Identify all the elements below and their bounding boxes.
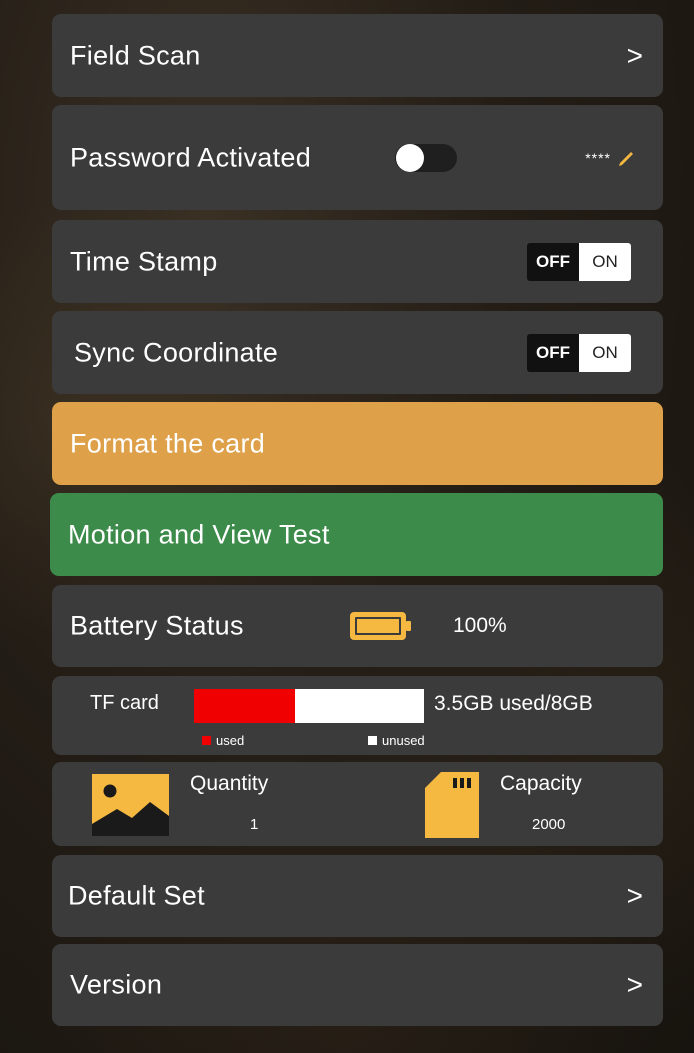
battery-icon — [350, 612, 411, 640]
tf-card-row: TF card 3.5GB used/8GB used unused — [52, 676, 663, 755]
field-scan-label: Field Scan — [70, 40, 201, 70]
password-row: Password Activated **** — [52, 105, 663, 210]
sync-coordinate-label: Sync Coordinate — [74, 337, 279, 367]
off-option[interactable]: OFF — [527, 242, 579, 281]
quantity-value: 1 — [250, 816, 259, 833]
on-option[interactable]: ON — [579, 333, 631, 372]
storage-bar — [194, 689, 424, 723]
unused-swatch — [368, 736, 377, 745]
stats-row: Quantity 1 Capacity 2000 — [52, 762, 663, 846]
password-toggle[interactable] — [395, 143, 457, 172]
legend-used-label: used — [216, 733, 245, 748]
chevron-right-icon: > — [626, 39, 643, 71]
password-label: Password Activated — [70, 142, 312, 172]
default-set-row[interactable]: Default Set > — [52, 855, 663, 937]
used-swatch — [202, 736, 211, 745]
on-option[interactable]: ON — [579, 242, 631, 281]
off-option[interactable]: OFF — [527, 333, 579, 372]
quantity-title: Quantity — [190, 772, 269, 795]
capacity-value: 2000 — [532, 816, 566, 833]
chevron-right-icon: > — [626, 969, 643, 1000]
motion-view-test-label: Motion and View Test — [68, 519, 330, 549]
sync-coordinate-row: Sync Coordinate OFF ON — [52, 311, 663, 394]
version-label: Version — [70, 969, 163, 1000]
format-card-label: Format the card — [70, 428, 266, 458]
chevron-right-icon: > — [626, 880, 643, 911]
capacity-title: Capacity — [500, 772, 582, 795]
image-icon — [92, 774, 169, 836]
format-card-button[interactable]: Format the card — [52, 402, 663, 485]
sd-card-icon — [425, 772, 479, 838]
battery-status-label: Battery Status — [70, 610, 244, 641]
legend-unused: unused — [368, 733, 425, 748]
default-set-label: Default Set — [68, 880, 205, 911]
motion-view-test-button[interactable]: Motion and View Test — [50, 493, 663, 576]
time-stamp-label: Time Stamp — [70, 246, 218, 276]
time-stamp-switch[interactable]: OFF ON — [527, 242, 631, 281]
time-stamp-row: Time Stamp OFF ON — [52, 220, 663, 303]
pencil-icon[interactable] — [617, 149, 635, 167]
field-scan-row[interactable]: Field Scan > — [52, 14, 663, 97]
storage-usage-text: 3.5GB used/8GB — [434, 692, 593, 715]
battery-status-row: Battery Status 100% — [52, 585, 663, 667]
battery-percent: 100% — [453, 614, 507, 637]
sync-coordinate-switch[interactable]: OFF ON — [527, 333, 631, 372]
storage-used-fill — [194, 689, 295, 723]
legend-unused-label: unused — [382, 733, 425, 748]
toggle-knob — [396, 143, 424, 172]
tf-card-label: TF card — [90, 692, 159, 714]
version-row[interactable]: Version > — [52, 944, 663, 1026]
legend-used: used — [202, 733, 244, 748]
password-mask: **** — [585, 149, 611, 166]
